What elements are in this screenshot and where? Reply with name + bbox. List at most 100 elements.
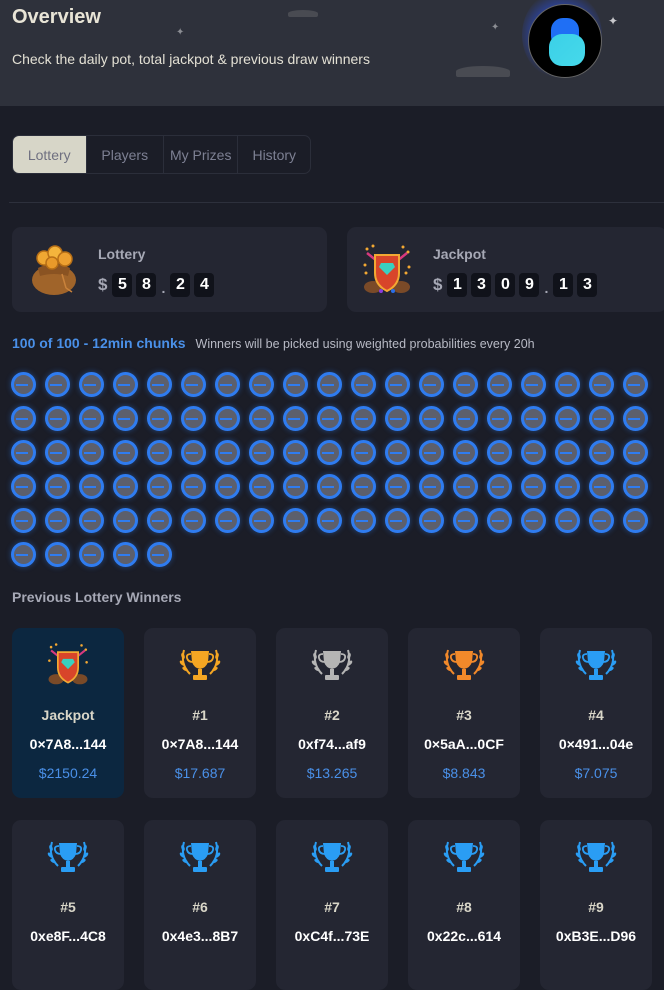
chunk-indicator[interactable] xyxy=(521,406,546,431)
winner-card[interactable]: #4 0×491...04e $7.075 xyxy=(540,628,652,798)
chunk-indicator[interactable] xyxy=(181,406,206,431)
chunk-indicator[interactable] xyxy=(419,474,444,499)
chunk-indicator[interactable] xyxy=(147,406,172,431)
chunk-indicator[interactable] xyxy=(11,508,36,533)
winner-address[interactable]: 0×5aA...0CF xyxy=(408,736,520,752)
chunk-indicator[interactable] xyxy=(351,508,376,533)
chunk-indicator[interactable] xyxy=(79,542,104,567)
chunk-indicator[interactable] xyxy=(283,508,308,533)
tab-players[interactable]: Players xyxy=(87,136,164,173)
chunk-indicator[interactable] xyxy=(351,440,376,465)
chunk-indicator[interactable] xyxy=(555,508,580,533)
winner-address[interactable]: 0xf74...af9 xyxy=(276,736,388,752)
chunk-indicator[interactable] xyxy=(487,372,512,397)
chunk-indicator[interactable] xyxy=(215,508,240,533)
chunk-indicator[interactable] xyxy=(249,508,274,533)
chunk-indicator[interactable] xyxy=(385,440,410,465)
chunk-indicator[interactable] xyxy=(113,542,138,567)
chunk-indicator[interactable] xyxy=(11,542,36,567)
chunk-indicator[interactable] xyxy=(181,440,206,465)
chunk-indicator[interactable] xyxy=(589,440,614,465)
chunk-indicator[interactable] xyxy=(555,474,580,499)
winner-card[interactable]: #2 0xf74...af9 $13.265 xyxy=(276,628,388,798)
winner-card[interactable]: #3 0×5aA...0CF $8.843 xyxy=(408,628,520,798)
chunk-indicator[interactable] xyxy=(487,474,512,499)
chunk-indicator[interactable] xyxy=(317,474,342,499)
chunk-indicator[interactable] xyxy=(623,474,648,499)
chunk-indicator[interactable] xyxy=(317,440,342,465)
chunk-indicator[interactable] xyxy=(181,508,206,533)
chunk-indicator[interactable] xyxy=(11,406,36,431)
chunk-indicator[interactable] xyxy=(181,474,206,499)
winner-address[interactable]: 0x4e3...8B7 xyxy=(144,928,256,944)
chunk-indicator[interactable] xyxy=(453,474,478,499)
chunk-indicator[interactable] xyxy=(79,406,104,431)
chunk-indicator[interactable] xyxy=(45,474,70,499)
chunk-indicator[interactable] xyxy=(589,508,614,533)
chunk-indicator[interactable] xyxy=(521,372,546,397)
chunk-indicator[interactable] xyxy=(521,440,546,465)
winner-card[interactable]: Jackpot 0×7A8...144 $2150.24 xyxy=(12,628,124,798)
chunk-indicator[interactable] xyxy=(487,508,512,533)
chunk-indicator[interactable] xyxy=(623,406,648,431)
winner-address[interactable]: 0xe8F...4C8 xyxy=(12,928,124,944)
chunk-indicator[interactable] xyxy=(79,440,104,465)
chunk-indicator[interactable] xyxy=(385,508,410,533)
chunk-indicator[interactable] xyxy=(45,372,70,397)
chunk-indicator[interactable] xyxy=(45,508,70,533)
chunk-indicator[interactable] xyxy=(249,474,274,499)
chunk-indicator[interactable] xyxy=(181,372,206,397)
chunk-indicator[interactable] xyxy=(283,474,308,499)
chunk-indicator[interactable] xyxy=(79,474,104,499)
chunk-indicator[interactable] xyxy=(555,406,580,431)
winner-card[interactable]: #8 0x22c...614 xyxy=(408,820,520,990)
chunk-indicator[interactable] xyxy=(623,372,648,397)
chunk-indicator[interactable] xyxy=(113,508,138,533)
chunk-indicator[interactable] xyxy=(419,406,444,431)
tab-history[interactable]: History xyxy=(238,136,310,173)
chunk-indicator[interactable] xyxy=(317,406,342,431)
chunk-indicator[interactable] xyxy=(215,474,240,499)
chunk-indicator[interactable] xyxy=(79,372,104,397)
chunk-indicator[interactable] xyxy=(589,474,614,499)
winner-address[interactable]: 0x22c...614 xyxy=(408,928,520,944)
winner-address[interactable]: 0xB3E...D96 xyxy=(540,928,652,944)
chunk-indicator[interactable] xyxy=(147,508,172,533)
chunk-indicator[interactable] xyxy=(521,474,546,499)
winner-card[interactable]: #7 0xC4f...73E xyxy=(276,820,388,990)
chunk-indicator[interactable] xyxy=(521,508,546,533)
chunk-indicator[interactable] xyxy=(215,406,240,431)
chunk-indicator[interactable] xyxy=(249,440,274,465)
chunk-indicator[interactable] xyxy=(45,440,70,465)
chunk-indicator[interactable] xyxy=(453,440,478,465)
chunk-indicator[interactable] xyxy=(113,440,138,465)
chunk-indicator[interactable] xyxy=(79,508,104,533)
chunk-indicator[interactable] xyxy=(419,508,444,533)
chunk-indicator[interactable] xyxy=(249,406,274,431)
chunk-indicator[interactable] xyxy=(283,406,308,431)
chunk-indicator[interactable] xyxy=(555,372,580,397)
chunk-indicator[interactable] xyxy=(623,440,648,465)
chunk-indicator[interactable] xyxy=(623,508,648,533)
chunk-indicator[interactable] xyxy=(45,406,70,431)
chunk-indicator[interactable] xyxy=(113,406,138,431)
chunk-indicator[interactable] xyxy=(147,440,172,465)
winner-card[interactable]: #9 0xB3E...D96 xyxy=(540,820,652,990)
winner-address[interactable]: 0×7A8...144 xyxy=(12,736,124,752)
chunk-indicator[interactable] xyxy=(555,440,580,465)
winner-address[interactable]: 0xC4f...73E xyxy=(276,928,388,944)
chunk-indicator[interactable] xyxy=(351,372,376,397)
chunk-indicator[interactable] xyxy=(385,372,410,397)
chunk-indicator[interactable] xyxy=(419,372,444,397)
chunk-indicator[interactable] xyxy=(283,440,308,465)
chunk-indicator[interactable] xyxy=(487,440,512,465)
chunk-indicator[interactable] xyxy=(487,406,512,431)
chunk-indicator[interactable] xyxy=(453,406,478,431)
chunk-indicator[interactable] xyxy=(317,372,342,397)
chunk-indicator[interactable] xyxy=(113,474,138,499)
tab-lottery[interactable]: Lottery xyxy=(13,136,87,173)
chunk-indicator[interactable] xyxy=(113,372,138,397)
chunk-indicator[interactable] xyxy=(419,440,444,465)
chunk-indicator[interactable] xyxy=(215,372,240,397)
chunk-indicator[interactable] xyxy=(11,440,36,465)
